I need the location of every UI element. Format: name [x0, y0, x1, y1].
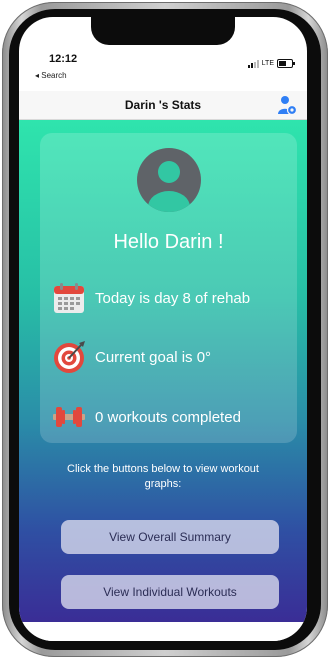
- view-overall-summary-button[interactable]: View Overall Summary: [61, 520, 279, 554]
- dumbbell-icon: [53, 407, 85, 427]
- current-goal-row: Current goal is 0°: [52, 340, 211, 374]
- workouts-completed-row: 0 workouts completed: [52, 400, 241, 434]
- navigation-bar: Darin 's Stats: [19, 91, 307, 120]
- signal-icon: [247, 59, 259, 68]
- view-individual-workouts-button[interactable]: View Individual Workouts: [61, 575, 279, 609]
- back-to-search-link[interactable]: ◂ Search: [35, 71, 67, 80]
- target-icon: [54, 341, 85, 373]
- instruction-text: Click the buttons below to view workout …: [67, 463, 259, 490]
- stats-card: Hello Darin ! Today is day 8 of rehab Cu…: [40, 133, 297, 443]
- network-type: LTE: [261, 60, 274, 67]
- home-indicator-area: [19, 622, 307, 641]
- stats-content: Hello Darin ! Today is day 8 of rehab Cu…: [19, 120, 307, 622]
- profile-settings-icon[interactable]: [277, 95, 297, 115]
- phone-notch: [91, 17, 235, 45]
- status-time: 12:12: [49, 53, 78, 65]
- workouts-completed-text: 0 workouts completed: [95, 408, 241, 426]
- page-title: Darin 's Stats: [124, 98, 202, 112]
- calendar-icon: [54, 283, 84, 313]
- rehab-day-text: Today is day 8 of rehab: [95, 289, 251, 307]
- current-goal-text: Current goal is 0°: [95, 348, 212, 366]
- greeting-text: Hello Darin !: [113, 231, 224, 253]
- battery-icon: [277, 59, 295, 68]
- user-avatar-icon: [137, 148, 201, 212]
- status-indicators: LTE: [247, 59, 295, 68]
- rehab-day-row: Today is day 8 of rehab: [52, 281, 250, 315]
- app-screen: 12:12 ◂ Search LTE Darin 's Stats Hello …: [19, 17, 307, 641]
